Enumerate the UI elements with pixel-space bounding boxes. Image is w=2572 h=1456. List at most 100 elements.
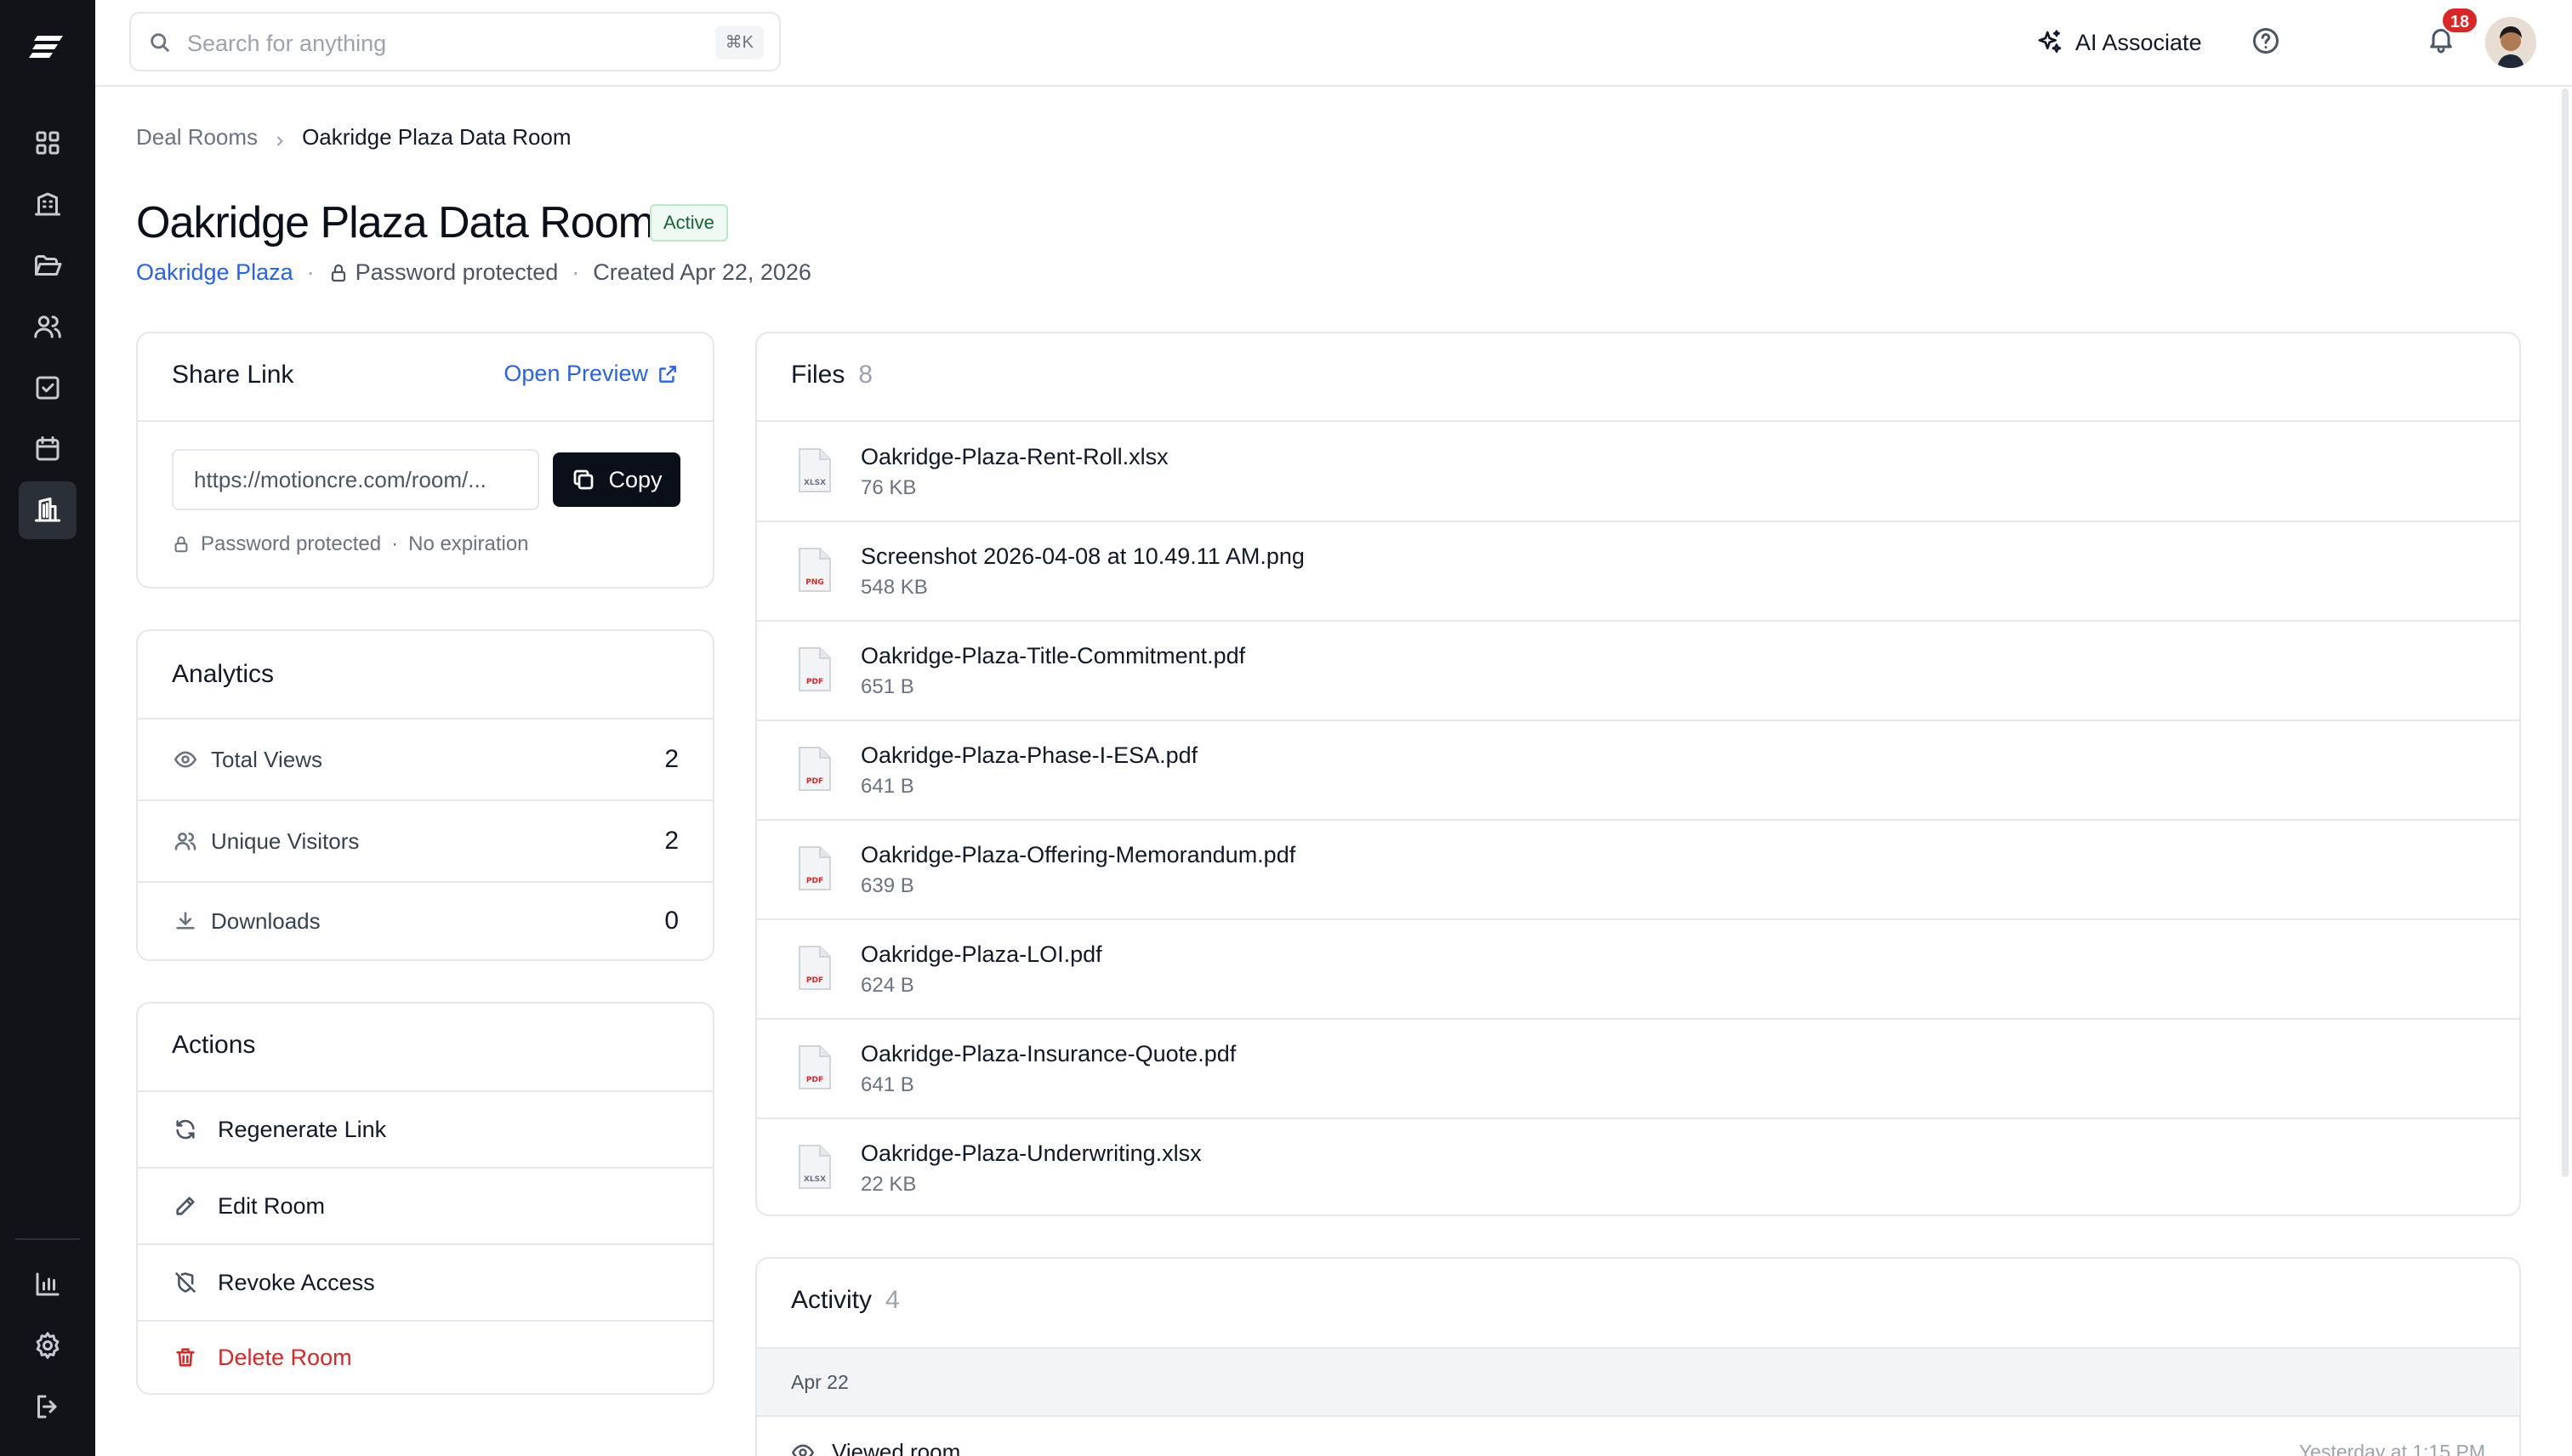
activity-label: Viewed room	[832, 1439, 961, 1456]
file-size: 548 KB	[861, 576, 928, 599]
scrollbar[interactable]	[2562, 88, 2569, 1177]
revoke-access-button[interactable]: Revoke Access	[138, 1245, 713, 1320]
edit-room-button[interactable]: Edit Room	[138, 1169, 713, 1243]
nav-logout[interactable]	[19, 1378, 77, 1436]
meta-separator: ·	[572, 259, 580, 285]
file-row[interactable]: XLSX Oakridge-Plaza-Rent-Roll.xlsx 76 KB	[757, 422, 2519, 521]
stat-label: Downloads	[211, 907, 321, 934]
file-icon: XLSX	[799, 448, 831, 492]
share-separator: ·	[391, 532, 399, 555]
copy-button[interactable]: Copy	[553, 452, 680, 507]
download-icon	[176, 912, 195, 930]
status-badge: Active	[650, 204, 728, 242]
file-size: 624 B	[861, 974, 914, 997]
page-title: Oakridge Plaza Data Room	[136, 198, 655, 247]
activity-title: Activity	[791, 1286, 873, 1314]
file-type-label: PDF	[806, 976, 823, 985]
share-expiration: No expiration	[408, 532, 529, 555]
file-name: Oakridge-Plaza-Phase-I-ESA.pdf	[861, 742, 1198, 768]
files-card: Files 8 XLSX Oakridge-Plaza-Rent-Roll.xls…	[755, 332, 2521, 1216]
file-type-label: XLSX	[804, 479, 826, 487]
analytics-card: Analytics Total Views 2 Unique Visitors …	[136, 629, 714, 961]
password-status: Password protected	[328, 259, 559, 286]
checkbox-icon	[36, 376, 60, 400]
share-url-field[interactable]: https://motioncre.com/room/...	[172, 449, 539, 510]
file-type-label: PDF	[806, 777, 823, 786]
file-type-label: XLSX	[804, 1175, 826, 1184]
action-label: Revoke Access	[218, 1269, 375, 1295]
open-preview-link[interactable]: Open Preview	[504, 361, 679, 387]
copy-label: Copy	[608, 466, 663, 492]
ai-associate-button[interactable]: AI Associate	[2036, 24, 2202, 61]
calendar-icon	[36, 436, 60, 461]
notification-badge: 18	[2441, 7, 2478, 34]
analytics-title: Analytics	[172, 660, 275, 688]
file-name: Oakridge-Plaza-Offering-Memorandum.pdf	[861, 842, 1296, 867]
bar-chart-icon	[36, 1272, 60, 1296]
file-row[interactable]: PDF Oakridge-Plaza-Offering-Memorandum.pd…	[757, 820, 2519, 919]
avatar-image	[2485, 17, 2536, 68]
breadcrumb-deal-rooms[interactable]: Deal Rooms	[136, 124, 258, 151]
stat-label: Total Views	[211, 746, 323, 772]
regenerate-link-button[interactable]: Regenerate Link	[138, 1092, 713, 1167]
nav-properties[interactable]	[19, 175, 77, 233]
file-icon: PDF	[799, 747, 831, 791]
stat-label: Unique Visitors	[211, 828, 360, 854]
pencil-icon	[176, 1197, 195, 1215]
search-icon	[151, 33, 169, 52]
share-link-title: Share Link	[172, 361, 294, 389]
nav-contacts[interactable]	[19, 298, 77, 355]
shield-off-icon	[175, 1272, 196, 1293]
file-icon: PNG	[799, 548, 831, 592]
file-name: Oakridge-Plaza-Rent-Roll.xlsx	[861, 444, 1169, 469]
property-link[interactable]: Oakridge Plaza	[136, 259, 293, 286]
file-size: 651 B	[861, 675, 914, 698]
users-icon	[174, 832, 196, 850]
file-row[interactable]: PNG Screenshot 2026-04-08 at 10.49.11 AM.…	[757, 521, 2519, 621]
users-icon	[34, 316, 61, 338]
grid-icon	[36, 131, 60, 155]
nav-calendar[interactable]	[19, 420, 77, 478]
nav-settings[interactable]	[19, 1317, 77, 1374]
file-name: Oakridge-Plaza-Underwriting.xlsx	[861, 1140, 1202, 1166]
nav-reports[interactable]	[19, 1255, 77, 1313]
stat-value: 2	[664, 745, 679, 773]
nav-documents[interactable]	[19, 236, 77, 294]
activity-card: Activity 4 Apr 22 Viewed room Yesterday …	[755, 1257, 2521, 1456]
file-row[interactable]: XLSX Oakridge-Plaza-Underwriting.xlsx 22 K…	[757, 1118, 2519, 1218]
sidebar	[0, 0, 95, 1456]
sidebar-divider	[15, 1238, 80, 1240]
file-row[interactable]: PDF Oakridge-Plaza-Insurance-Quote.pdf 641…	[757, 1019, 2519, 1118]
action-label: Edit Room	[218, 1192, 326, 1219]
activity-count: 4	[885, 1286, 900, 1314]
nav-deal-rooms[interactable]	[19, 481, 77, 539]
external-link-icon	[659, 365, 676, 383]
stat-unique-visitors: Unique Visitors 2	[138, 801, 713, 881]
ai-associate-label: AI Associate	[2075, 29, 2202, 55]
nav-dashboard[interactable]	[19, 114, 77, 172]
activity-date-group: Apr 22	[757, 1347, 2519, 1417]
files-title: Files	[791, 361, 845, 389]
app-logo-icon[interactable]	[29, 31, 66, 61]
file-row[interactable]: PDF Oakridge-Plaza-Title-Commitment.pdf 65…	[757, 621, 2519, 720]
lock-icon	[174, 536, 188, 553]
copy-icon	[574, 469, 594, 490]
stat-value: 2	[664, 827, 679, 855]
files-count: 8	[858, 361, 873, 389]
file-row[interactable]: PDF Oakridge-Plaza-Phase-I-ESA.pdf 641 B	[757, 720, 2519, 820]
user-avatar[interactable]	[2485, 17, 2536, 68]
file-icon: PDF	[799, 946, 831, 990]
help-button[interactable]	[2250, 26, 2285, 60]
delete-room-button[interactable]: Delete Room	[138, 1320, 713, 1395]
nav-tasks[interactable]	[19, 359, 77, 417]
file-size: 641 B	[861, 775, 914, 798]
share-settings: Password protected · No expiration	[172, 532, 529, 556]
file-row[interactable]: PDF Oakridge-Plaza-LOI.pdf 624 B	[757, 919, 2519, 1019]
file-icon: PDF	[799, 647, 831, 691]
folder-open-icon	[35, 255, 62, 276]
file-type-label: PDF	[806, 1076, 823, 1084]
eye-icon	[791, 1444, 815, 1456]
file-name: Oakridge-Plaza-Insurance-Quote.pdf	[861, 1041, 1237, 1066]
search-input[interactable]: Search for anything ⌘K	[129, 12, 781, 71]
password-label: Password protected	[355, 259, 559, 285]
